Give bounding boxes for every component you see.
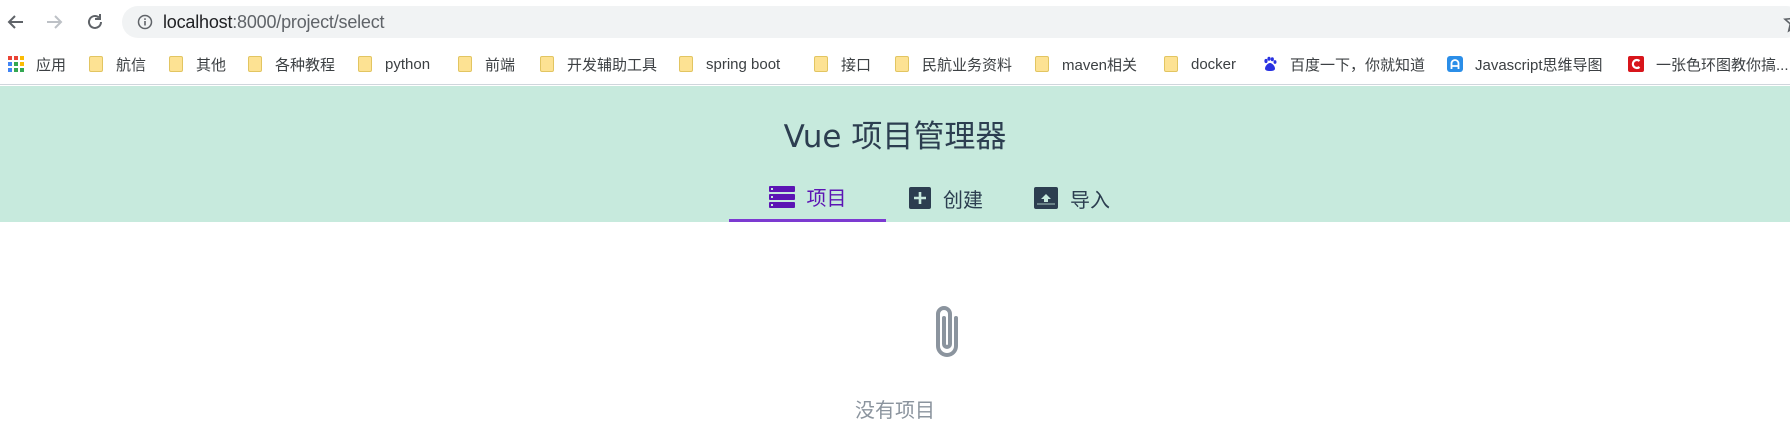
- tab-create[interactable]: 创建: [886, 174, 1006, 222]
- bookmark-folder[interactable]: 航信: [88, 52, 146, 76]
- bookmark-folder[interactable]: 各种教程: [247, 52, 335, 76]
- back-button[interactable]: [2, 8, 30, 36]
- forward-button[interactable]: [40, 8, 68, 36]
- baidu-paw-icon: [1262, 56, 1278, 72]
- reload-icon: [88, 14, 102, 29]
- page-title: Vue 项目管理器: [783, 119, 1007, 155]
- folder-icon: [88, 56, 104, 72]
- bookmark-label: 应用: [36, 56, 67, 74]
- bookmark-label: 接口: [841, 56, 872, 74]
- bookmark-label: maven相关: [1062, 56, 1138, 74]
- address-bar[interactable]: localhost:8000/project/select: [122, 6, 1790, 38]
- url-text[interactable]: localhost:8000/project/select: [163, 11, 385, 33]
- bookmark-folder[interactable]: maven相关: [1034, 52, 1137, 76]
- empty-state-text: 没有项目: [855, 398, 935, 422]
- bookmark-label: 百度一下，你就知道: [1290, 56, 1426, 74]
- folder-icon: [1034, 56, 1050, 72]
- bookmark-label: Javascript思维导图: [1475, 56, 1603, 74]
- info-icon[interactable]: [137, 14, 153, 30]
- bookmark-baidu[interactable]: 百度一下，你就知道: [1262, 52, 1425, 76]
- folder-icon: [1163, 56, 1179, 72]
- bookmark-apps[interactable]: 应用: [8, 52, 66, 76]
- add-box-icon: [909, 187, 931, 209]
- folder-icon: [247, 56, 263, 72]
- bookmark-label: docker: [1191, 55, 1237, 73]
- folder-icon: [168, 56, 184, 72]
- folder-icon: [457, 56, 473, 72]
- arrow-left-icon: [7, 15, 23, 29]
- paperclip-icon: [936, 306, 958, 357]
- folder-icon: [539, 56, 555, 72]
- bookmark-label: python: [385, 55, 431, 73]
- site-c-icon: [1628, 56, 1644, 72]
- bookmark-color-wheel[interactable]: 一张色环图教你搞...: [1628, 52, 1789, 76]
- bookmark-label: 开发辅助工具: [567, 56, 658, 74]
- bookmark-label: spring boot: [706, 55, 781, 73]
- url-host: localhost: [163, 11, 233, 32]
- folder-icon: [678, 56, 694, 72]
- folder-icon: [813, 56, 829, 72]
- bookmark-folder[interactable]: 接口: [813, 52, 871, 76]
- bookmark-folder[interactable]: 民航业务资料: [894, 52, 1012, 76]
- tab-label: 导入: [1070, 187, 1110, 212]
- upload-box-icon: [1034, 187, 1058, 209]
- bookmark-folder[interactable]: spring boot: [678, 52, 780, 76]
- bookmark-label: 各种教程: [275, 56, 336, 74]
- tab-projects[interactable]: 项目: [729, 174, 886, 222]
- bookmark-folder[interactable]: 前端: [457, 52, 515, 76]
- browser-toolbar: localhost:8000/project/select: [0, 0, 1790, 44]
- tab-label: 创建: [943, 187, 983, 212]
- tab-bar: 项目 创建 导入: [0, 174, 1790, 222]
- bookmark-folder[interactable]: 其他: [168, 52, 226, 76]
- bookmark-label: 航信: [116, 56, 147, 74]
- arrow-right-icon: [47, 15, 63, 29]
- bookmark-folder[interactable]: docker: [1163, 52, 1236, 76]
- reload-button[interactable]: [81, 8, 109, 36]
- bookmark-label: 其他: [196, 56, 227, 74]
- site-a-icon: [1447, 56, 1463, 72]
- bookmark-label: 前端: [485, 56, 516, 74]
- apps-grid-icon: [8, 56, 24, 72]
- empty-state: 没有项目: [0, 222, 1790, 438]
- bookmark-label: 一张色环图教你搞...: [1656, 56, 1789, 74]
- tab-label: 项目: [806, 186, 847, 210]
- bookmark-label: 民航业务资料: [922, 56, 1013, 74]
- star-icon[interactable]: [1780, 6, 1790, 38]
- bookmarks-bar: 应用 航信 其他 各种教程 python 前端 开发辅助工具 spring bo…: [0, 44, 1790, 85]
- bookmark-folder[interactable]: 开发辅助工具: [539, 52, 657, 76]
- folder-icon: [894, 56, 910, 72]
- list-icon: [768, 185, 795, 208]
- bookmark-folder[interactable]: python: [357, 52, 430, 76]
- url-path: :8000/project/select: [232, 11, 385, 32]
- tab-import[interactable]: 导入: [1006, 174, 1138, 222]
- folder-icon: [357, 56, 373, 72]
- bookmark-javascript[interactable]: Javascript思维导图: [1447, 52, 1603, 76]
- app-header: Vue 项目管理器 项目 创建 导入: [0, 86, 1790, 222]
